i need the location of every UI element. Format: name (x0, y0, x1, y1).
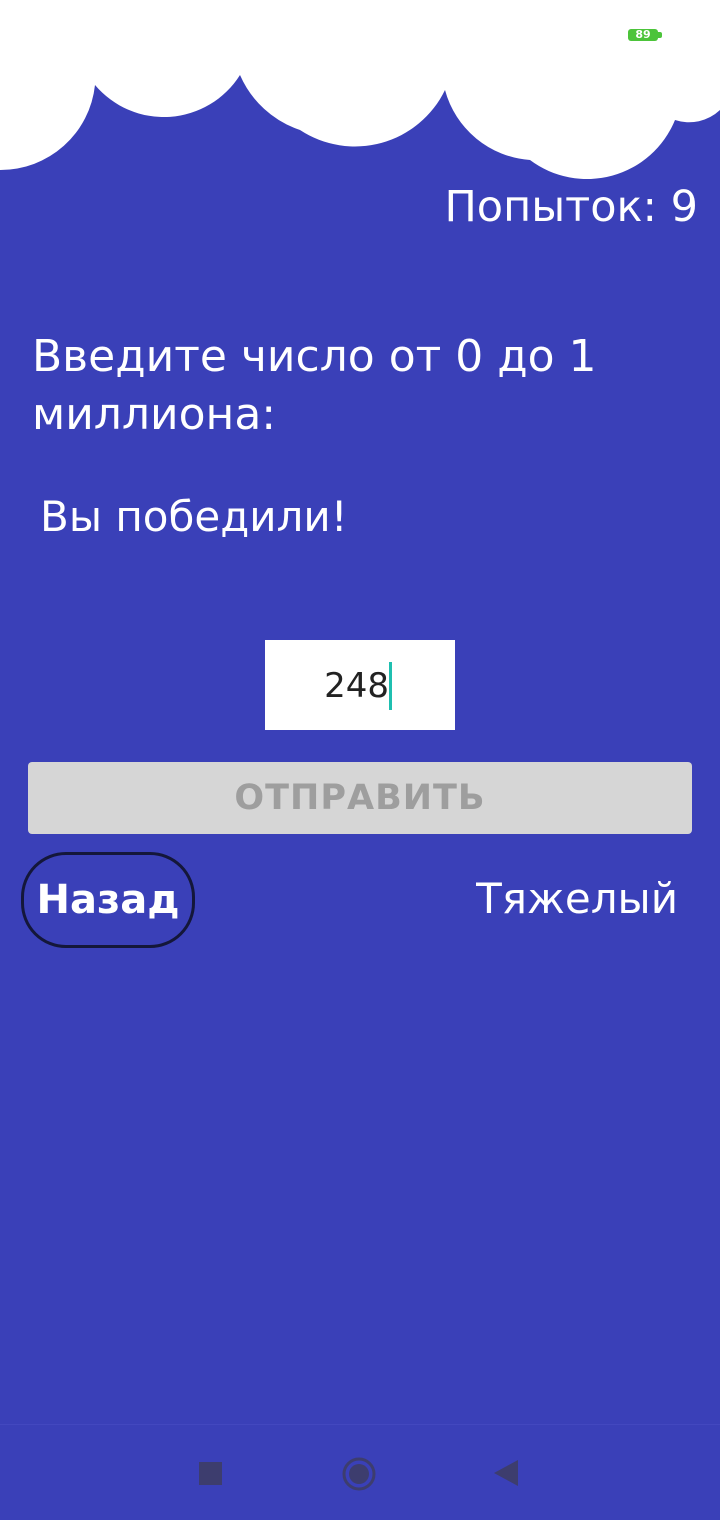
number-input-value: 248 (324, 666, 389, 706)
difficulty-label[interactable]: Тяжелый (476, 872, 678, 926)
input-prompt: Введите число от 0 до 1 миллиона: (32, 331, 597, 440)
number-input[interactable]: 248 (265, 640, 455, 730)
navigation-bar (0, 1424, 720, 1520)
battery-icon: 89 (628, 29, 658, 41)
result-message: Вы победили! (40, 492, 348, 541)
game-screen: 89 Попыток: 9 Введите число от 0 до 1 ми… (0, 0, 720, 1520)
status-bar: 89 (0, 0, 720, 70)
submit-button[interactable]: ОТПРАВИТЬ (28, 762, 692, 834)
text-cursor (389, 662, 392, 710)
back-button[interactable]: Назад (21, 852, 195, 948)
circle-home-icon[interactable] (341, 1456, 377, 1492)
square-icon[interactable] (199, 1462, 222, 1485)
triangle-back-icon[interactable] (494, 1460, 518, 1486)
battery-tip (658, 32, 662, 38)
attempts-counter: Попыток: 9 (444, 182, 698, 232)
